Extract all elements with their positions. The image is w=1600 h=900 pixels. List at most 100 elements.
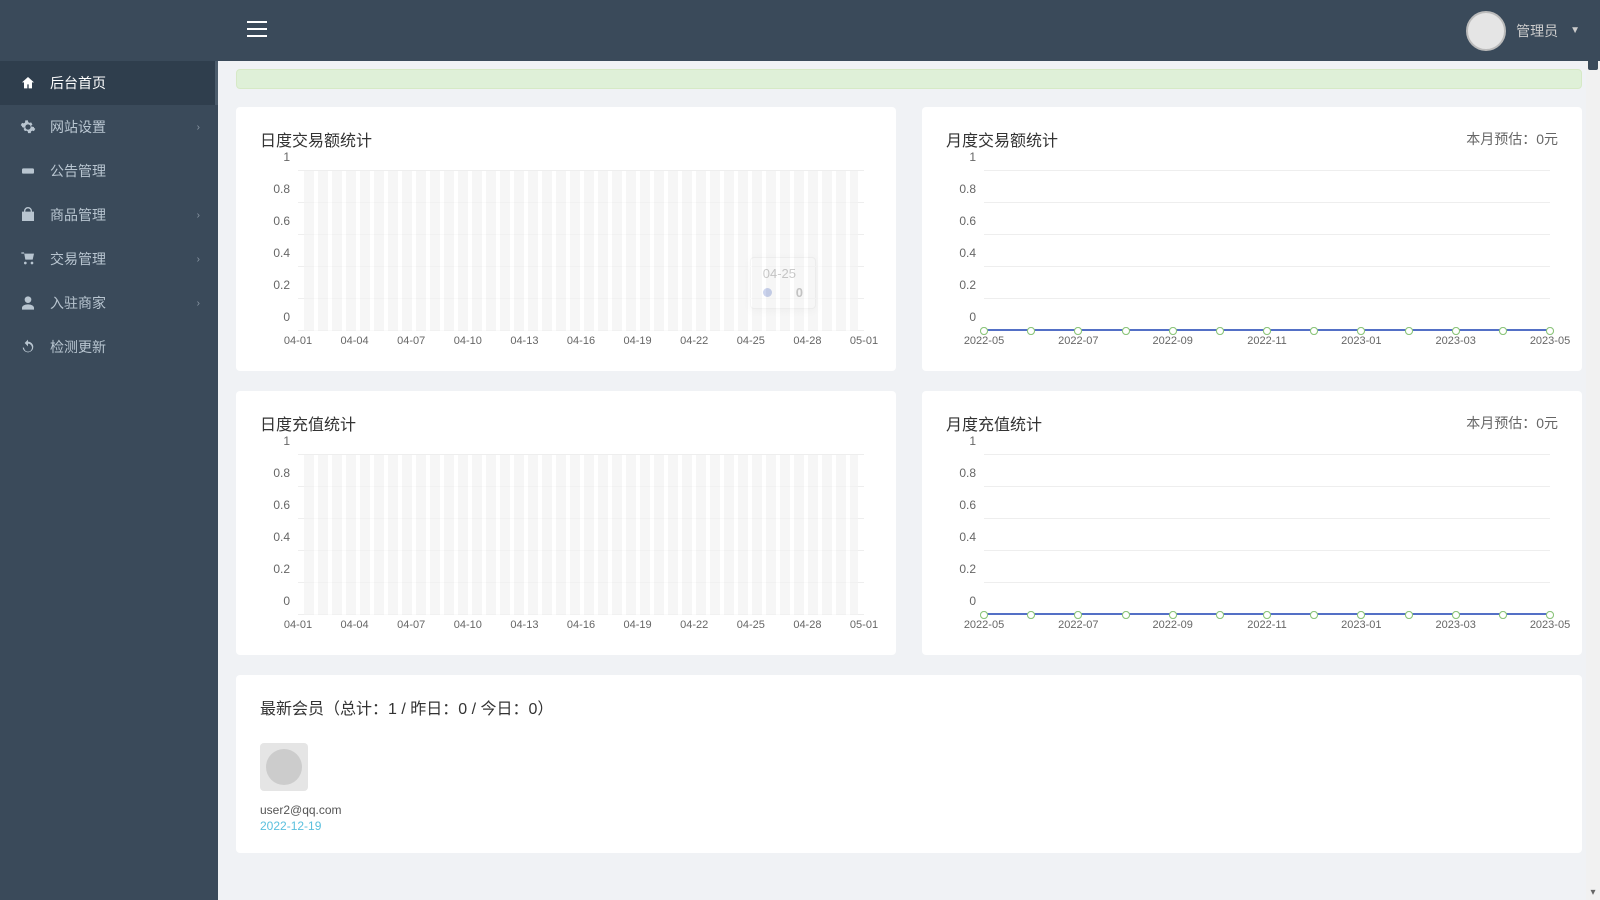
x-tick: 2023-03 xyxy=(1435,619,1475,631)
data-marker xyxy=(1357,327,1365,335)
data-marker xyxy=(980,611,988,619)
x-tick: 2022-11 xyxy=(1247,619,1287,631)
monthly-recharge-chart[interactable]: 00.20.40.60.812022-052022-072022-092022-… xyxy=(946,455,1558,635)
sidebar-item-0[interactable]: 后台首页 xyxy=(0,61,218,105)
forecast-label: 本月预估：0元 xyxy=(1466,413,1558,433)
x-tick: 2022-05 xyxy=(964,619,1004,631)
y-tick: 0.4 xyxy=(273,246,290,260)
x-tick: 04-01 xyxy=(284,619,312,631)
data-marker xyxy=(1405,611,1413,619)
data-marker xyxy=(1452,611,1460,619)
user-avatar-icon xyxy=(1466,11,1506,51)
daily-recharge-chart[interactable]: 00.20.40.60.8104-0104-0404-0704-1004-130… xyxy=(260,455,872,635)
x-tick: 2022-05 xyxy=(964,335,1004,347)
topbar: 管理员 ▼ xyxy=(0,0,1600,61)
sidebar-item-label: 交易管理 xyxy=(50,249,106,269)
x-tick: 04-22 xyxy=(680,335,708,347)
menu-toggle-button[interactable] xyxy=(235,21,267,40)
member-date: 2022-12-19 xyxy=(260,819,342,833)
y-tick: 0 xyxy=(969,310,976,324)
sidebar-item-1[interactable]: 网站设置› xyxy=(0,105,218,149)
refresh-icon xyxy=(18,339,38,355)
data-marker xyxy=(1310,327,1318,335)
card-title: 日度交易额统计 xyxy=(260,127,372,151)
data-marker xyxy=(1169,611,1177,619)
x-tick: 04-13 xyxy=(510,335,538,347)
x-tick: 2023-05 xyxy=(1530,619,1570,631)
x-tick: 2023-05 xyxy=(1530,335,1570,347)
y-tick: 0.4 xyxy=(273,530,290,544)
sidebar-item-6[interactable]: 检测更新 xyxy=(0,325,218,369)
sidebar-item-label: 商品管理 xyxy=(50,205,106,225)
x-tick: 2022-07 xyxy=(1058,335,1098,347)
sidebar-item-label: 入驻商家 xyxy=(50,293,106,313)
data-marker xyxy=(1546,611,1554,619)
x-tick: 04-28 xyxy=(793,619,821,631)
x-tick: 2022-09 xyxy=(1152,335,1192,347)
x-tick: 04-13 xyxy=(510,619,538,631)
data-marker xyxy=(1216,611,1224,619)
chevron-right-icon: › xyxy=(197,298,200,309)
sidebar-item-label: 检测更新 xyxy=(50,337,106,357)
data-marker xyxy=(1122,611,1130,619)
x-tick: 2022-09 xyxy=(1152,619,1192,631)
y-tick: 0.2 xyxy=(273,562,290,576)
y-tick: 0.8 xyxy=(273,182,290,196)
daily-trade-chart[interactable]: 04-25 0 00.20.40.60.8104-0104-0404-0704-… xyxy=(260,171,872,351)
daily-trade-card: 日度交易额统计 04-25 0 00.20.40.60.8104-0104-04… xyxy=(236,107,896,371)
y-tick: 1 xyxy=(969,150,976,164)
hamburger-icon xyxy=(247,21,267,37)
user-menu[interactable]: 管理员 ▼ xyxy=(1466,11,1580,51)
member-email: user2@qq.com xyxy=(260,803,342,817)
data-marker xyxy=(1452,327,1460,335)
y-tick: 0.4 xyxy=(959,530,976,544)
daily-recharge-card: 日度充值统计 00.20.40.60.8104-0104-0404-0704-1… xyxy=(236,391,896,655)
cart-icon xyxy=(18,251,38,267)
x-tick: 2022-11 xyxy=(1247,335,1287,347)
data-marker xyxy=(1357,611,1365,619)
y-tick: 0.8 xyxy=(959,182,976,196)
card-title: 月度充值统计 xyxy=(946,411,1042,435)
y-tick: 0.2 xyxy=(273,278,290,292)
gear-icon xyxy=(18,119,38,135)
data-marker xyxy=(1263,611,1271,619)
x-tick: 2023-03 xyxy=(1435,335,1475,347)
sidebar-item-3[interactable]: 商品管理› xyxy=(0,193,218,237)
sidebar-item-4[interactable]: 交易管理› xyxy=(0,237,218,281)
data-marker xyxy=(1074,611,1082,619)
sidebar-item-2[interactable]: 公告管理 xyxy=(0,149,218,193)
monthly-trade-chart[interactable]: 00.20.40.60.812022-052022-072022-092022-… xyxy=(946,171,1558,351)
data-marker xyxy=(1499,327,1507,335)
data-marker xyxy=(1310,611,1318,619)
x-tick: 04-16 xyxy=(567,335,595,347)
x-tick: 05-01 xyxy=(850,619,878,631)
data-marker xyxy=(1263,327,1271,335)
user-label: 管理员 xyxy=(1516,21,1558,41)
chevron-right-icon: › xyxy=(197,122,200,133)
sidebar: 后台首页网站设置›公告管理商品管理›交易管理›入驻商家›检测更新 xyxy=(0,0,218,900)
x-tick: 04-01 xyxy=(284,335,312,347)
new-members-card: 最新会员（总计：1 / 昨日：0 / 今日：0） user2@qq.com 202… xyxy=(236,675,1582,853)
x-tick: 04-10 xyxy=(454,335,482,347)
member-item[interactable]: user2@qq.com 2022-12-19 xyxy=(260,743,342,833)
x-tick: 05-01 xyxy=(850,335,878,347)
sidebar-item-5[interactable]: 入驻商家 › xyxy=(0,281,218,325)
vertical-scrollbar[interactable]: ▴ ▾ xyxy=(1586,0,1600,900)
data-marker xyxy=(1546,327,1554,335)
y-tick: 0.6 xyxy=(959,498,976,512)
members-title: 最新会员（总计：1 / 昨日：0 / 今日：0） xyxy=(260,695,1558,719)
badge-icon xyxy=(18,163,38,179)
data-marker xyxy=(1027,327,1035,335)
y-tick: 0.2 xyxy=(959,562,976,576)
y-tick: 0 xyxy=(969,594,976,608)
data-marker xyxy=(980,327,988,335)
x-tick: 2022-07 xyxy=(1058,619,1098,631)
y-tick: 0.2 xyxy=(959,278,976,292)
alert-banner xyxy=(236,69,1582,89)
card-title: 月度交易额统计 xyxy=(946,127,1058,151)
x-tick: 2023-01 xyxy=(1341,335,1381,347)
caret-down-icon: ▼ xyxy=(1570,25,1580,36)
x-tick: 04-19 xyxy=(624,619,652,631)
data-marker xyxy=(1499,611,1507,619)
x-tick: 04-10 xyxy=(454,619,482,631)
